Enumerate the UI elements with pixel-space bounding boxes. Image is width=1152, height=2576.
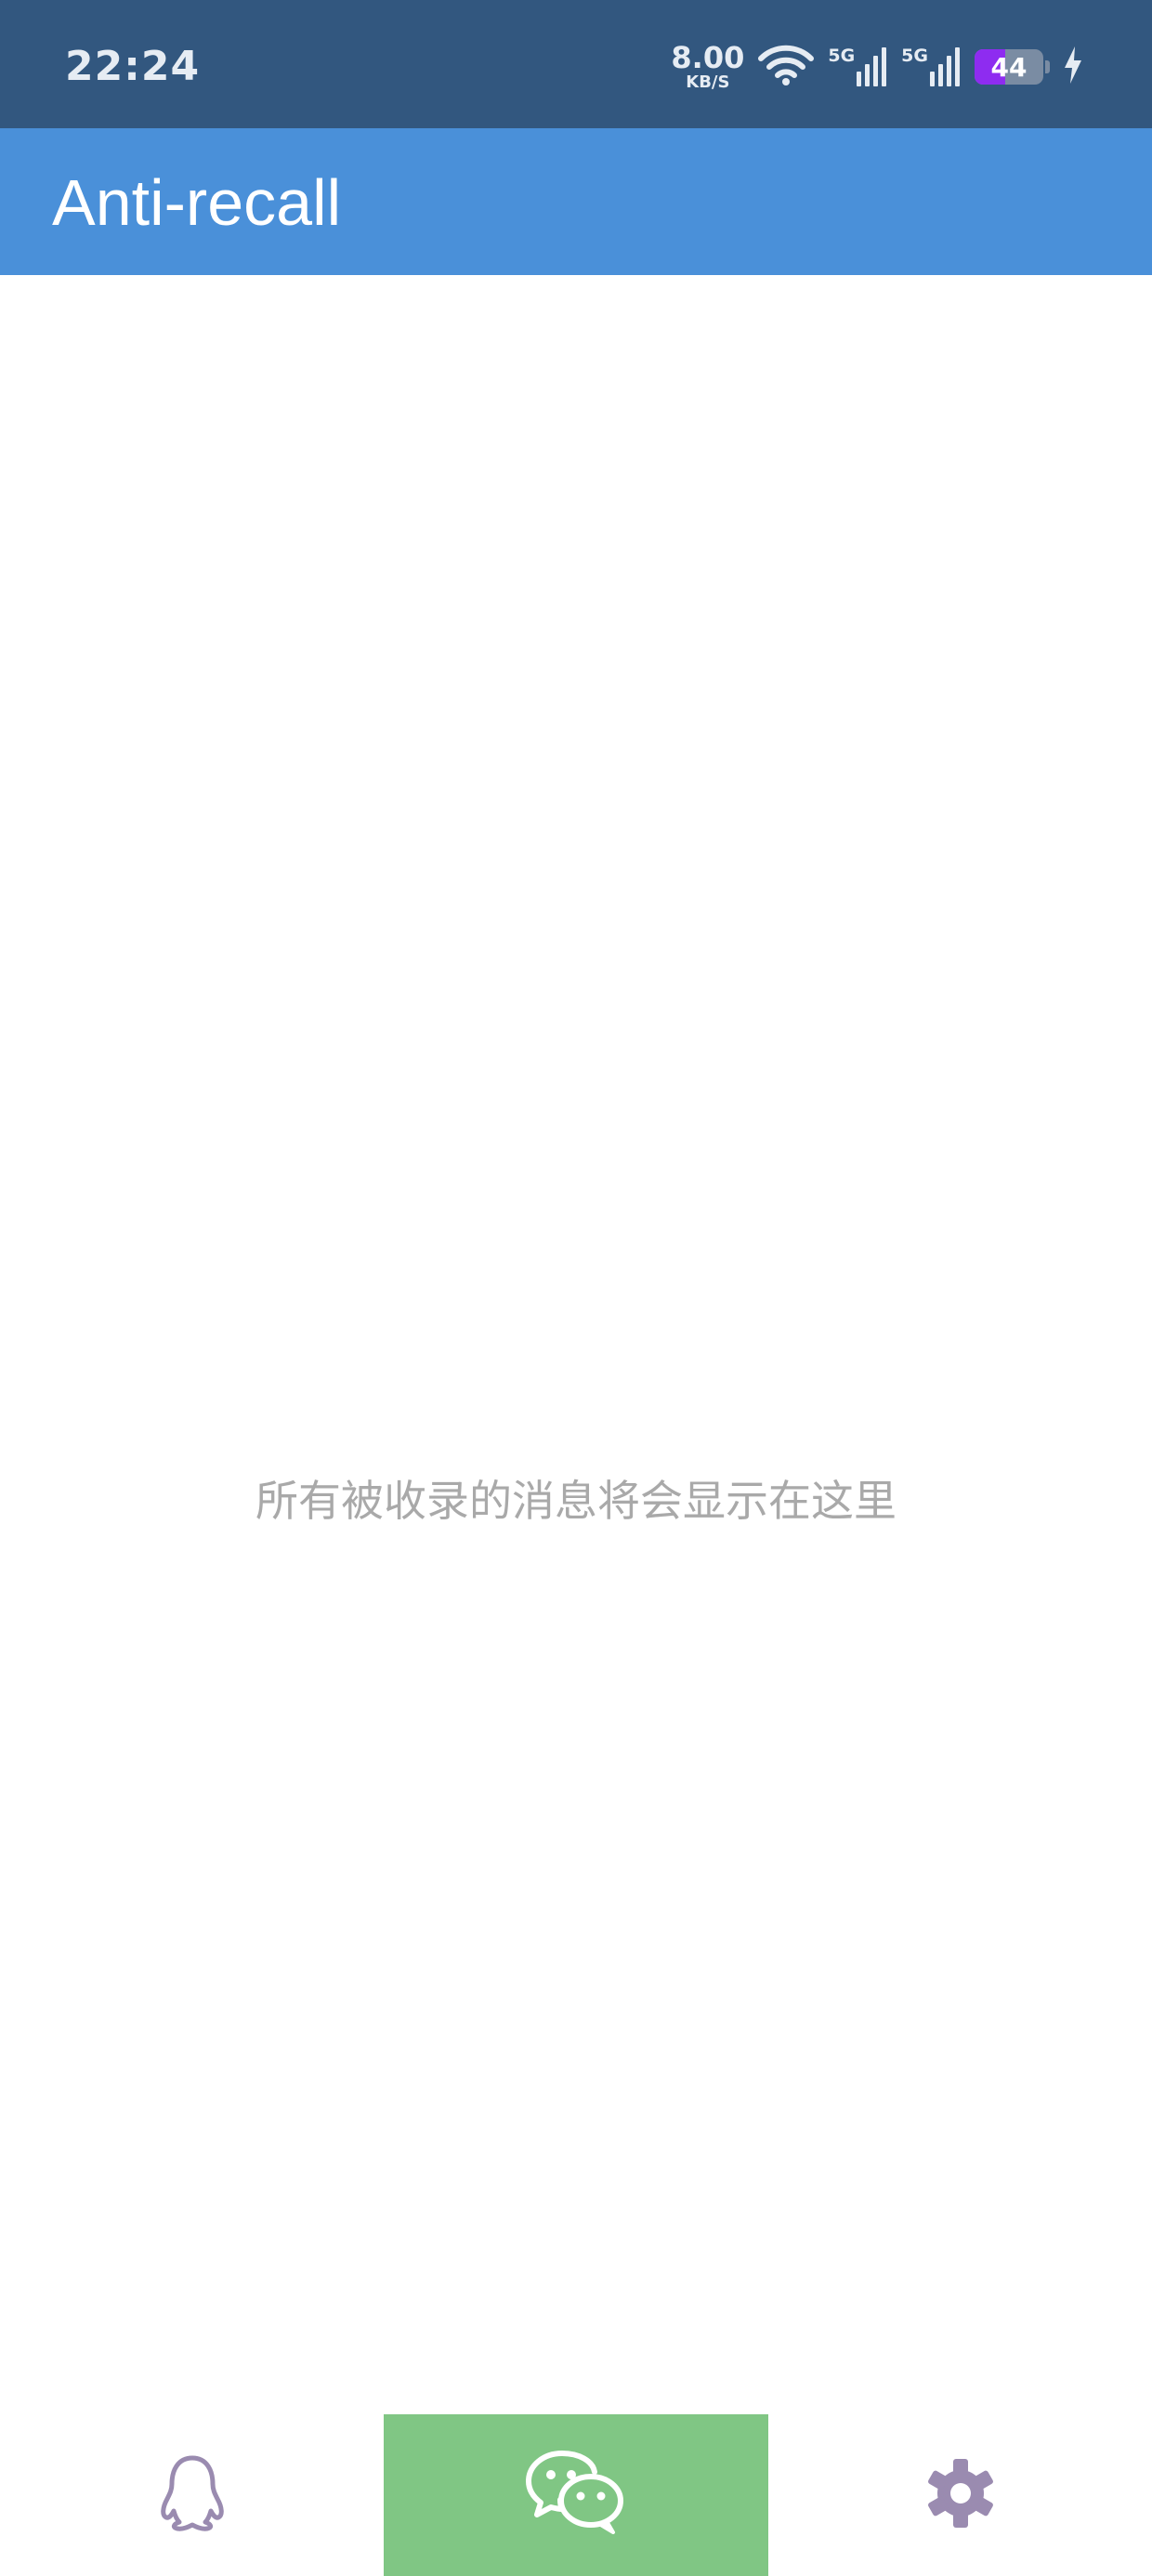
status-bar: 22:24 8.00 KB/S 5G 5G 44 (0, 0, 1152, 128)
qq-penguin-icon (155, 2454, 229, 2536)
bottom-navigation (0, 2414, 1152, 2576)
signal-bars-icon (930, 44, 962, 90)
network-speed-value: 8.00 (671, 40, 745, 75)
empty-state-message: 所有被收录的消息将会显示在这里 (255, 1476, 897, 1526)
wechat-icon (525, 2450, 627, 2541)
battery-indicator: 44 (975, 49, 1043, 85)
charging-icon (1063, 46, 1083, 87)
tab-qq[interactable] (0, 2414, 384, 2576)
battery-level: 44 (990, 51, 1028, 83)
app-bar: Anti-recall (0, 128, 1152, 275)
network-speed: 8.00 KB/S (671, 43, 744, 91)
tab-wechat[interactable] (384, 2414, 768, 2576)
battery-cap (1045, 60, 1050, 73)
signal-bars-icon (857, 44, 888, 90)
tab-settings[interactable] (768, 2414, 1152, 2576)
network-speed-unit: KB/S (686, 72, 730, 92)
gear-icon (923, 2456, 998, 2534)
sim2-network-type: 5G (901, 46, 928, 66)
app-title: Anti-recall (52, 166, 342, 239)
status-icons: 8.00 KB/S 5G 5G 44 (671, 37, 1083, 97)
sim2-signal: 5G (901, 44, 962, 90)
status-time: 22:24 (65, 43, 201, 90)
sim1-network-type: 5G (828, 46, 856, 66)
wifi-icon (757, 44, 815, 90)
sim1-signal: 5G (828, 44, 888, 90)
